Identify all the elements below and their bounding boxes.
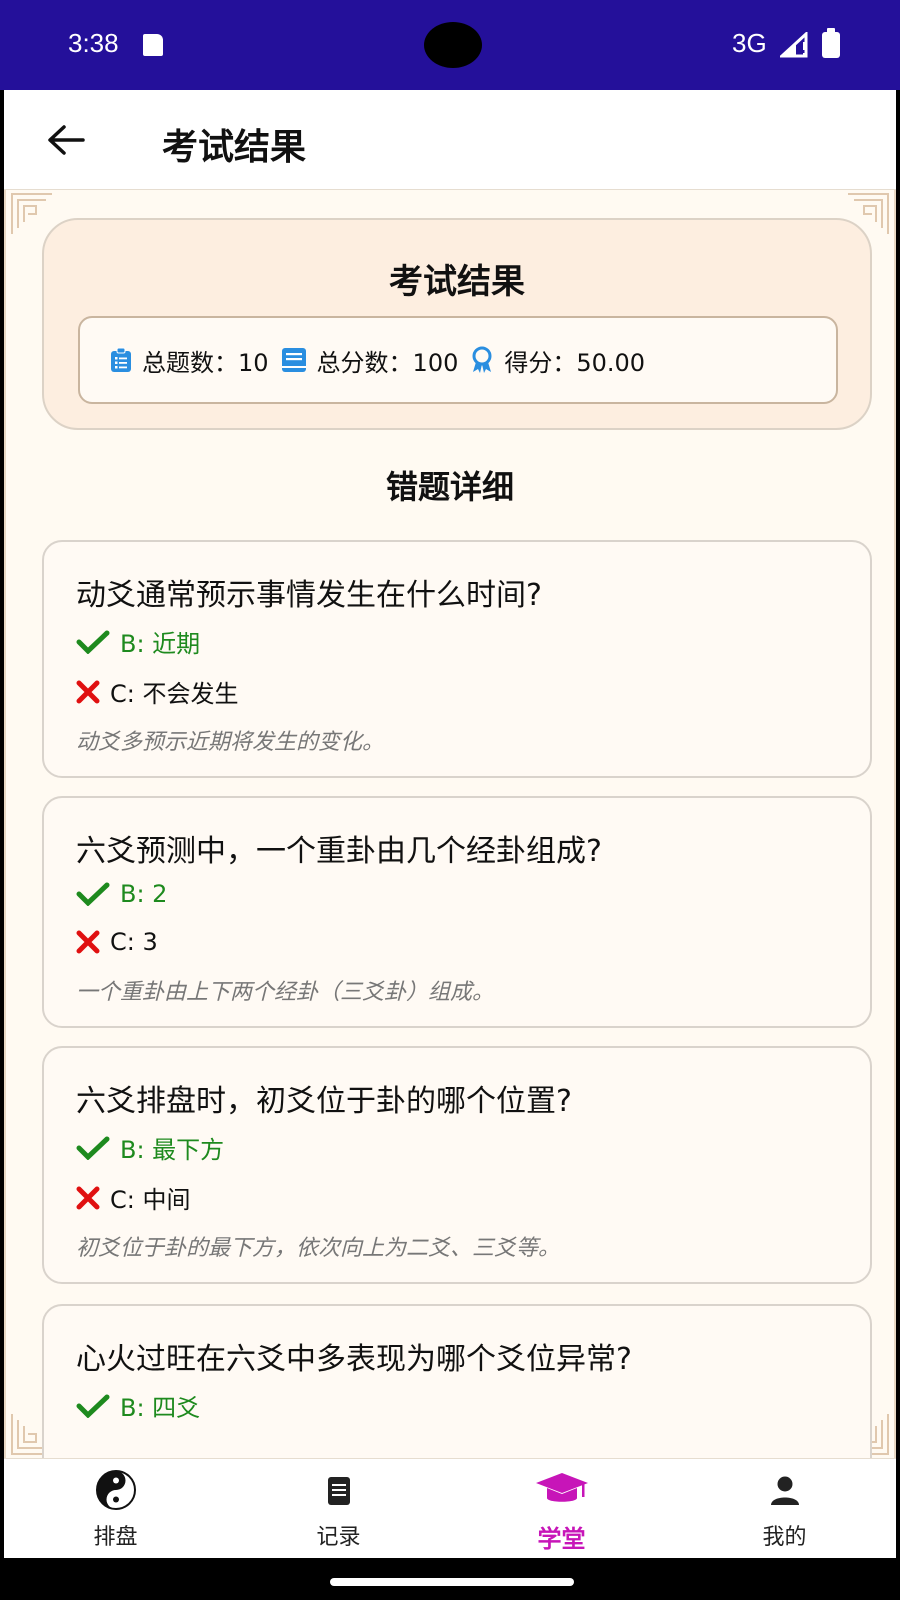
wrong-answer-text: C: 中间 bbox=[110, 1186, 191, 1214]
question-text: 心火过旺在六爻中多表现为哪个爻位异常? bbox=[76, 1342, 632, 1377]
question-text: 六爻排盘时，初爻位于卦的哪个位置? bbox=[76, 1084, 572, 1119]
clipboard-icon bbox=[110, 347, 132, 373]
stat-text: 总分数：100 bbox=[316, 348, 459, 377]
question-card: 动爻通常预示事情发生在什么时间? B: 近期 C: 不会发生 动爻多预示近期将发… bbox=[42, 540, 872, 778]
question-card: 心火过旺在六爻中多表现为哪个爻位异常? B: 四爻 bbox=[42, 1304, 872, 1458]
explanation-text: 一个重卦由上下两个经卦（三爻卦）组成。 bbox=[76, 980, 495, 1005]
question-text: 动爻通常预示事情发生在什么时间? bbox=[76, 578, 542, 613]
nav-label: 学堂 bbox=[537, 1525, 586, 1553]
correct-answer-text: B: 2 bbox=[120, 880, 168, 908]
check-icon bbox=[76, 1136, 110, 1160]
sd-card-icon bbox=[143, 34, 163, 56]
document-icon bbox=[227, 1469, 450, 1511]
question-card: 六爻预测中，一个重卦由几个经卦组成? B: 2 C: 3 一个重卦由上下两个经卦… bbox=[42, 796, 872, 1028]
correct-answer: B: 最下方 bbox=[76, 1130, 224, 1165]
status-time: 3:38 bbox=[68, 28, 119, 58]
yin-yang-icon bbox=[4, 1469, 227, 1511]
book-icon bbox=[281, 347, 307, 373]
nav-item-profile[interactable]: 我的 bbox=[673, 1459, 896, 1559]
nav-item-records[interactable]: 记录 bbox=[227, 1459, 450, 1559]
correct-answer: B: 近期 bbox=[76, 624, 200, 659]
nav-label: 记录 bbox=[316, 1525, 361, 1550]
award-icon bbox=[470, 346, 494, 374]
check-icon bbox=[76, 630, 110, 654]
summary-card: 考试结果 总题数：10 总分数：100 得分：50.00 bbox=[42, 218, 872, 430]
correct-answer: B: 四爻 bbox=[76, 1388, 200, 1423]
user-icon bbox=[673, 1469, 896, 1511]
nav-item-study[interactable]: 学堂 bbox=[450, 1459, 673, 1559]
page-title: 考试结果 bbox=[162, 127, 307, 168]
nav-label: 排盘 bbox=[93, 1525, 138, 1550]
network-label: 3G bbox=[732, 28, 767, 58]
cross-icon bbox=[76, 680, 100, 704]
nav-item-paipan[interactable]: 排盘 bbox=[4, 1459, 227, 1559]
correct-answer: B: 2 bbox=[76, 880, 167, 908]
wrong-answer: C: 3 bbox=[76, 928, 158, 956]
arrow-left-icon bbox=[48, 125, 85, 155]
wrong-answer: C: 中间 bbox=[76, 1180, 190, 1215]
cross-icon bbox=[76, 930, 100, 954]
wrong-answers-heading: 错题详细 bbox=[385, 468, 514, 506]
summary-title: 考试结果 bbox=[389, 262, 525, 302]
correct-answer-text: B: 最下方 bbox=[120, 1136, 225, 1164]
battery-icon bbox=[822, 28, 840, 58]
app-bar: 考试结果 bbox=[4, 90, 896, 190]
check-icon bbox=[76, 882, 110, 906]
question-text: 六爻预测中，一个重卦由几个经卦组成? bbox=[76, 834, 602, 869]
stats-box: 总题数：10 总分数：100 得分：50.00 bbox=[78, 316, 838, 404]
stat-total-score: 总分数：100 bbox=[281, 343, 459, 378]
graduation-cap-icon bbox=[450, 1469, 673, 1511]
explanation-text: 动爻多预示近期将发生的变化。 bbox=[76, 730, 385, 755]
explanation-text: 初爻位于卦的最下方，依次向上为二爻、三爻等。 bbox=[76, 1236, 561, 1261]
check-icon bbox=[76, 1394, 110, 1418]
status-bar: 3:38 3G bbox=[0, 0, 900, 90]
bottom-nav: 排盘 记录 学堂 我的 bbox=[4, 1458, 896, 1558]
camera-cutout bbox=[424, 22, 482, 68]
correct-answer-text: B: 近期 bbox=[120, 630, 201, 658]
wrong-answer-text: C: 3 bbox=[110, 928, 158, 956]
cross-icon bbox=[76, 1186, 100, 1210]
wrong-answer: C: 不会发生 bbox=[76, 674, 238, 709]
question-card: 六爻排盘时，初爻位于卦的哪个位置? B: 最下方 C: 中间 初爻位于卦的最下方… bbox=[42, 1046, 872, 1284]
corner-ornament-icon bbox=[11, 193, 52, 234]
home-indicator[interactable] bbox=[330, 1578, 574, 1586]
wrong-answer-text: C: 不会发生 bbox=[110, 680, 239, 708]
correct-answer-text: B: 四爻 bbox=[120, 1394, 201, 1422]
content-area[interactable]: 考试结果 总题数：10 总分数：100 得分：50.00 错题详细 动爻通常预示… bbox=[4, 190, 896, 1458]
stat-text: 总题数：10 bbox=[142, 348, 269, 377]
nav-label: 我的 bbox=[762, 1525, 807, 1550]
stat-score: 得分：50.00 bbox=[470, 343, 645, 378]
stat-text: 得分：50.00 bbox=[504, 348, 646, 377]
stat-total-questions: 总题数：10 bbox=[110, 343, 269, 378]
back-button[interactable] bbox=[40, 114, 92, 166]
signal-icon bbox=[780, 32, 808, 58]
